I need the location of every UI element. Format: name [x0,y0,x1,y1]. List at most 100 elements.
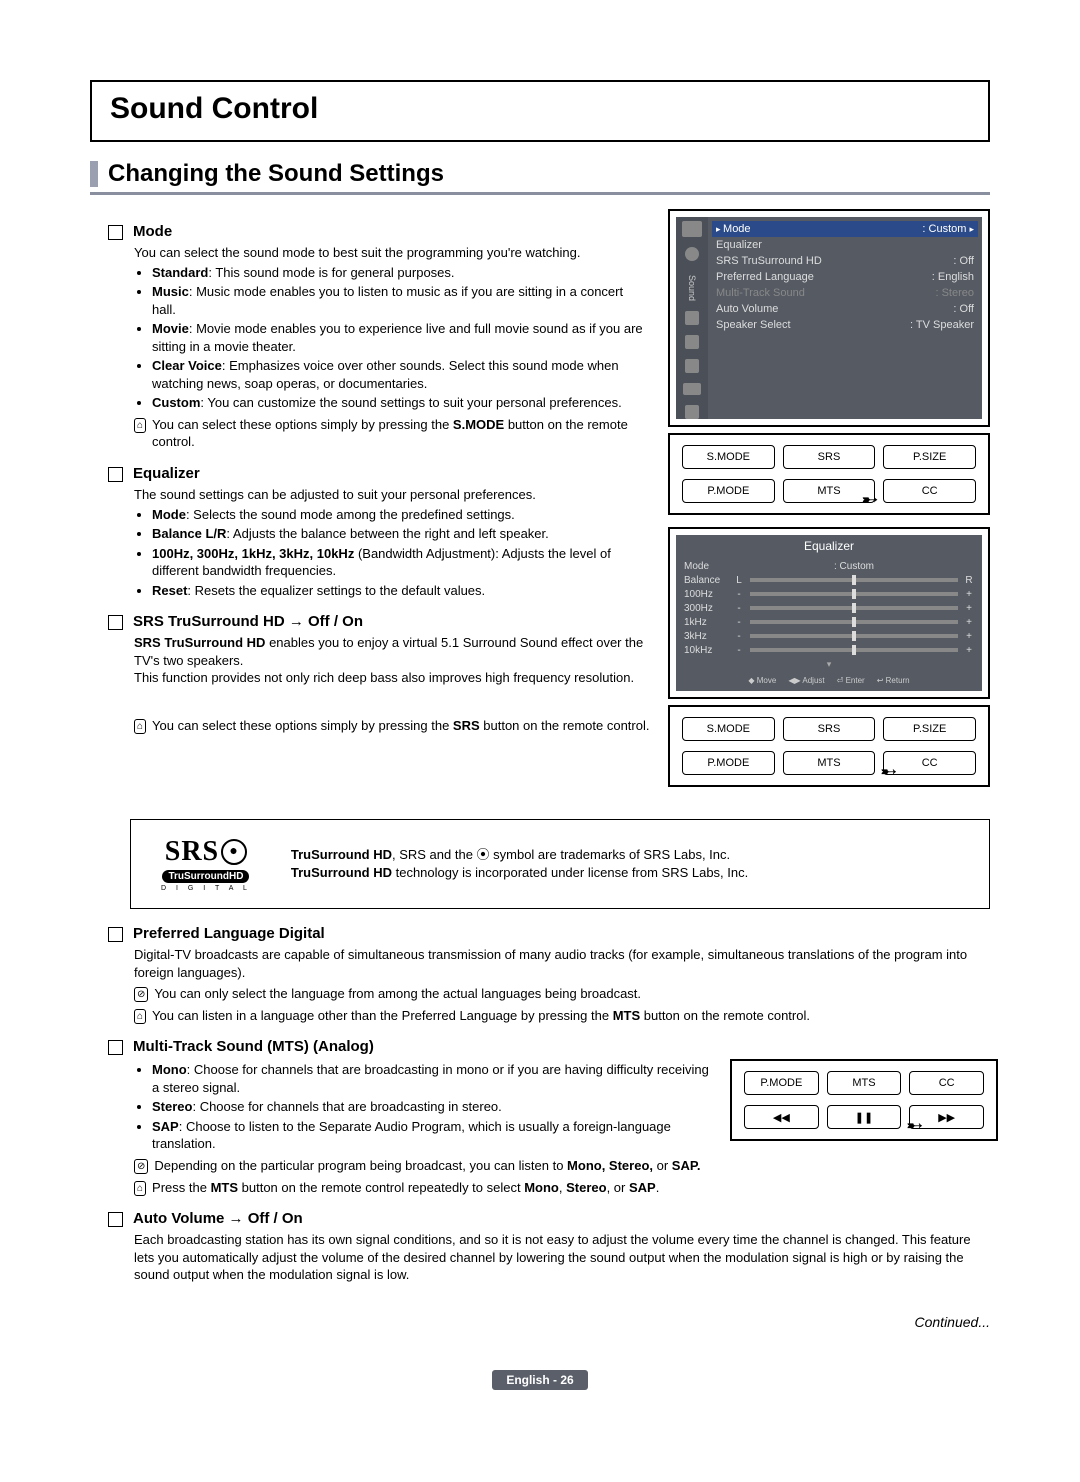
osd-row[interactable]: Equalizer [716,237,974,253]
preflang-intro: Digital-TV broadcasts are capable of sim… [134,946,990,981]
remote-hint-icon: ⌂ [134,719,146,734]
eq-slider[interactable] [750,634,958,638]
eq-band-row[interactable]: 300Hz-+ [684,601,974,615]
page-number: English - 26 [492,1370,587,1390]
remote-button-srs[interactable]: SRS [783,445,876,469]
mode-heading: Mode [90,223,650,240]
mode-subhead: Mode [133,223,172,240]
remote-button-psize[interactable]: P.SIZE [883,717,976,741]
remote-button-mts[interactable]: MTS➸ [783,479,876,503]
eq-band-row[interactable]: 3kHz-+ [684,629,974,643]
eq-scroll-icon: ▾ [684,659,974,670]
eq-slider[interactable] [750,606,958,610]
remote-button-psize[interactable]: P.SIZE [883,445,976,469]
list-item: Reset: Resets the equalizer settings to … [152,582,650,600]
remote-button-pmode[interactable]: P.MODE [682,751,775,775]
list-item: Movie: Movie mode enables you to experie… [152,320,650,355]
remote-button-cc[interactable]: CC➸ [883,751,976,775]
osd-side-label: Sound [687,275,697,301]
eq-slider[interactable] [750,592,958,596]
eq-band-row[interactable]: 1kHz-+ [684,615,974,629]
graphics-column: Sound ▸ Mode : Custom ▸ Equalizer S [668,209,990,799]
srs-digital-text: D I G I T A L [161,885,251,892]
osd-row[interactable]: SRS TruSurround HD: Off [716,253,974,269]
tv-icon [682,221,702,237]
osd-row-disabled: Multi-Track Sound: Stereo [716,285,974,301]
eq-title: Equalizer [684,539,974,553]
mts-note1: ⊘ Depending on the particular program be… [134,1157,712,1175]
info-icon: ⊘ [134,1159,148,1174]
equalizer-osd-panel: Equalizer Mode : Custom Balance L R 100H… [668,527,990,699]
sound-osd-panel: Sound ▸ Mode : Custom ▸ Equalizer S [668,209,990,427]
srs-logo: SRS ● TruSurroundHD D I G I T A L [161,836,251,892]
srs-intro: SRS TruSurround HD enables you to enjoy … [134,634,650,669]
list-item: Mono: Choose for channels that are broad… [152,1061,712,1096]
pointer-arrow-icon: ➸ [906,1113,923,1138]
remote-hint-icon: ⌂ [134,418,146,433]
remote-button-mts[interactable]: MTS [783,751,876,775]
mode-note: ⌂ You can select these options simply by… [134,416,650,451]
srs-trademark-text: TruSurround HD, SRS and the ⦿ symbol are… [291,846,748,882]
mode-intro: You can select the sound mode to best su… [134,244,650,262]
osd-row[interactable]: Speaker Select: TV Speaker [716,317,974,333]
title-box: Sound Control [90,80,990,142]
eq-slider[interactable] [750,620,958,624]
mts-subhead: Multi-Track Sound (MTS) (Analog) [133,1038,374,1055]
osd-row-mode[interactable]: ▸ Mode : Custom ▸ [712,221,978,237]
eq-slider[interactable] [750,648,958,652]
eq-nav-hints: ◆ Move◀▶ Adjust⏎ Enter↩ Return [684,676,974,685]
autovolume-text: Each broadcasting station has its own si… [134,1231,990,1284]
equalizer-intro: The sound settings can be adjusted to su… [134,486,650,504]
remote-buttons-1: S.MODE SRS P.SIZE P.MODE MTS➸ CC [668,433,990,515]
checkbox-icon [108,225,123,240]
pointer-arrow-icon: ➸ [880,759,897,784]
eq-band-row[interactable]: 100Hz-+ [684,587,974,601]
remote-button-mts[interactable]: MTS [827,1071,902,1095]
page: Sound Control Changing the Sound Setting… [0,0,1080,1430]
remote-hint-icon: ⌂ [134,1009,146,1024]
remote-button-pause[interactable]: ❚❚ [827,1105,902,1129]
osd-sidebar: Sound [676,217,708,419]
section-bar-icon [90,161,98,187]
list-item: Clear Voice: Emphasizes voice over other… [152,357,650,392]
srs-trademark-box: SRS ● TruSurroundHD D I G I T A L TruSur… [130,819,990,909]
equalizer-subhead: Equalizer [133,465,200,482]
list-item: Stereo: Choose for channels that are bro… [152,1098,712,1116]
mts-list: Mono: Choose for channels that are broad… [134,1061,712,1153]
checkbox-icon [108,467,123,482]
srs-logo-text: SRS [165,836,219,868]
remote-button-smode[interactable]: S.MODE [682,717,775,741]
remote-button-smode[interactable]: S.MODE [682,445,775,469]
section-title: Changing the Sound Settings [108,160,444,188]
side-icon [685,311,699,325]
equalizer-heading: Equalizer [90,465,650,482]
list-item: Mode: Selects the sound mode among the p… [152,506,650,524]
eq-band-row[interactable]: 10kHz-+ [684,643,974,657]
list-item: 100Hz, 300Hz, 1kHz, 3kHz, 10kHz (Bandwid… [152,545,650,580]
remote-button-cc[interactable]: CC [909,1071,984,1095]
mts-note2: ⌂ Press the MTS button on the remote con… [134,1179,712,1197]
remote-button-pmode[interactable]: P.MODE [682,479,775,503]
text-column: Mode You can select the sound mode to be… [90,209,650,799]
pointer-arrow-icon: ➸ [862,487,879,512]
continued-text: Continued... [90,1314,990,1330]
srs-circle-icon: ● [221,839,247,865]
eq-mode-row[interactable]: Mode : Custom [684,559,974,573]
checkbox-icon [108,1212,123,1227]
osd-row[interactable]: Auto Volume: Off [716,301,974,317]
checkbox-icon [108,927,123,942]
preflang-note2: ⌂ You can listen in a language other tha… [134,1007,990,1025]
eq-slider[interactable] [750,578,958,582]
remote-button-forward[interactable]: ▶▶➸ [909,1105,984,1129]
remote-button-rewind[interactable]: ◀◀ [744,1105,819,1129]
eq-balance-row[interactable]: Balance L R [684,573,974,587]
osd-row[interactable]: Preferred Language: English [716,269,974,285]
side-icon [683,383,701,395]
list-item: Music: Music mode enables you to listen … [152,283,650,318]
srs-line2: This function provides not only rich dee… [134,669,650,687]
remote-button-pmode[interactable]: P.MODE [744,1071,819,1095]
preflang-note1: ⊘ You can only select the language from … [134,985,990,1003]
remote-button-srs[interactable]: SRS [783,717,876,741]
remote-button-cc[interactable]: CC [883,479,976,503]
side-icon [685,335,699,349]
